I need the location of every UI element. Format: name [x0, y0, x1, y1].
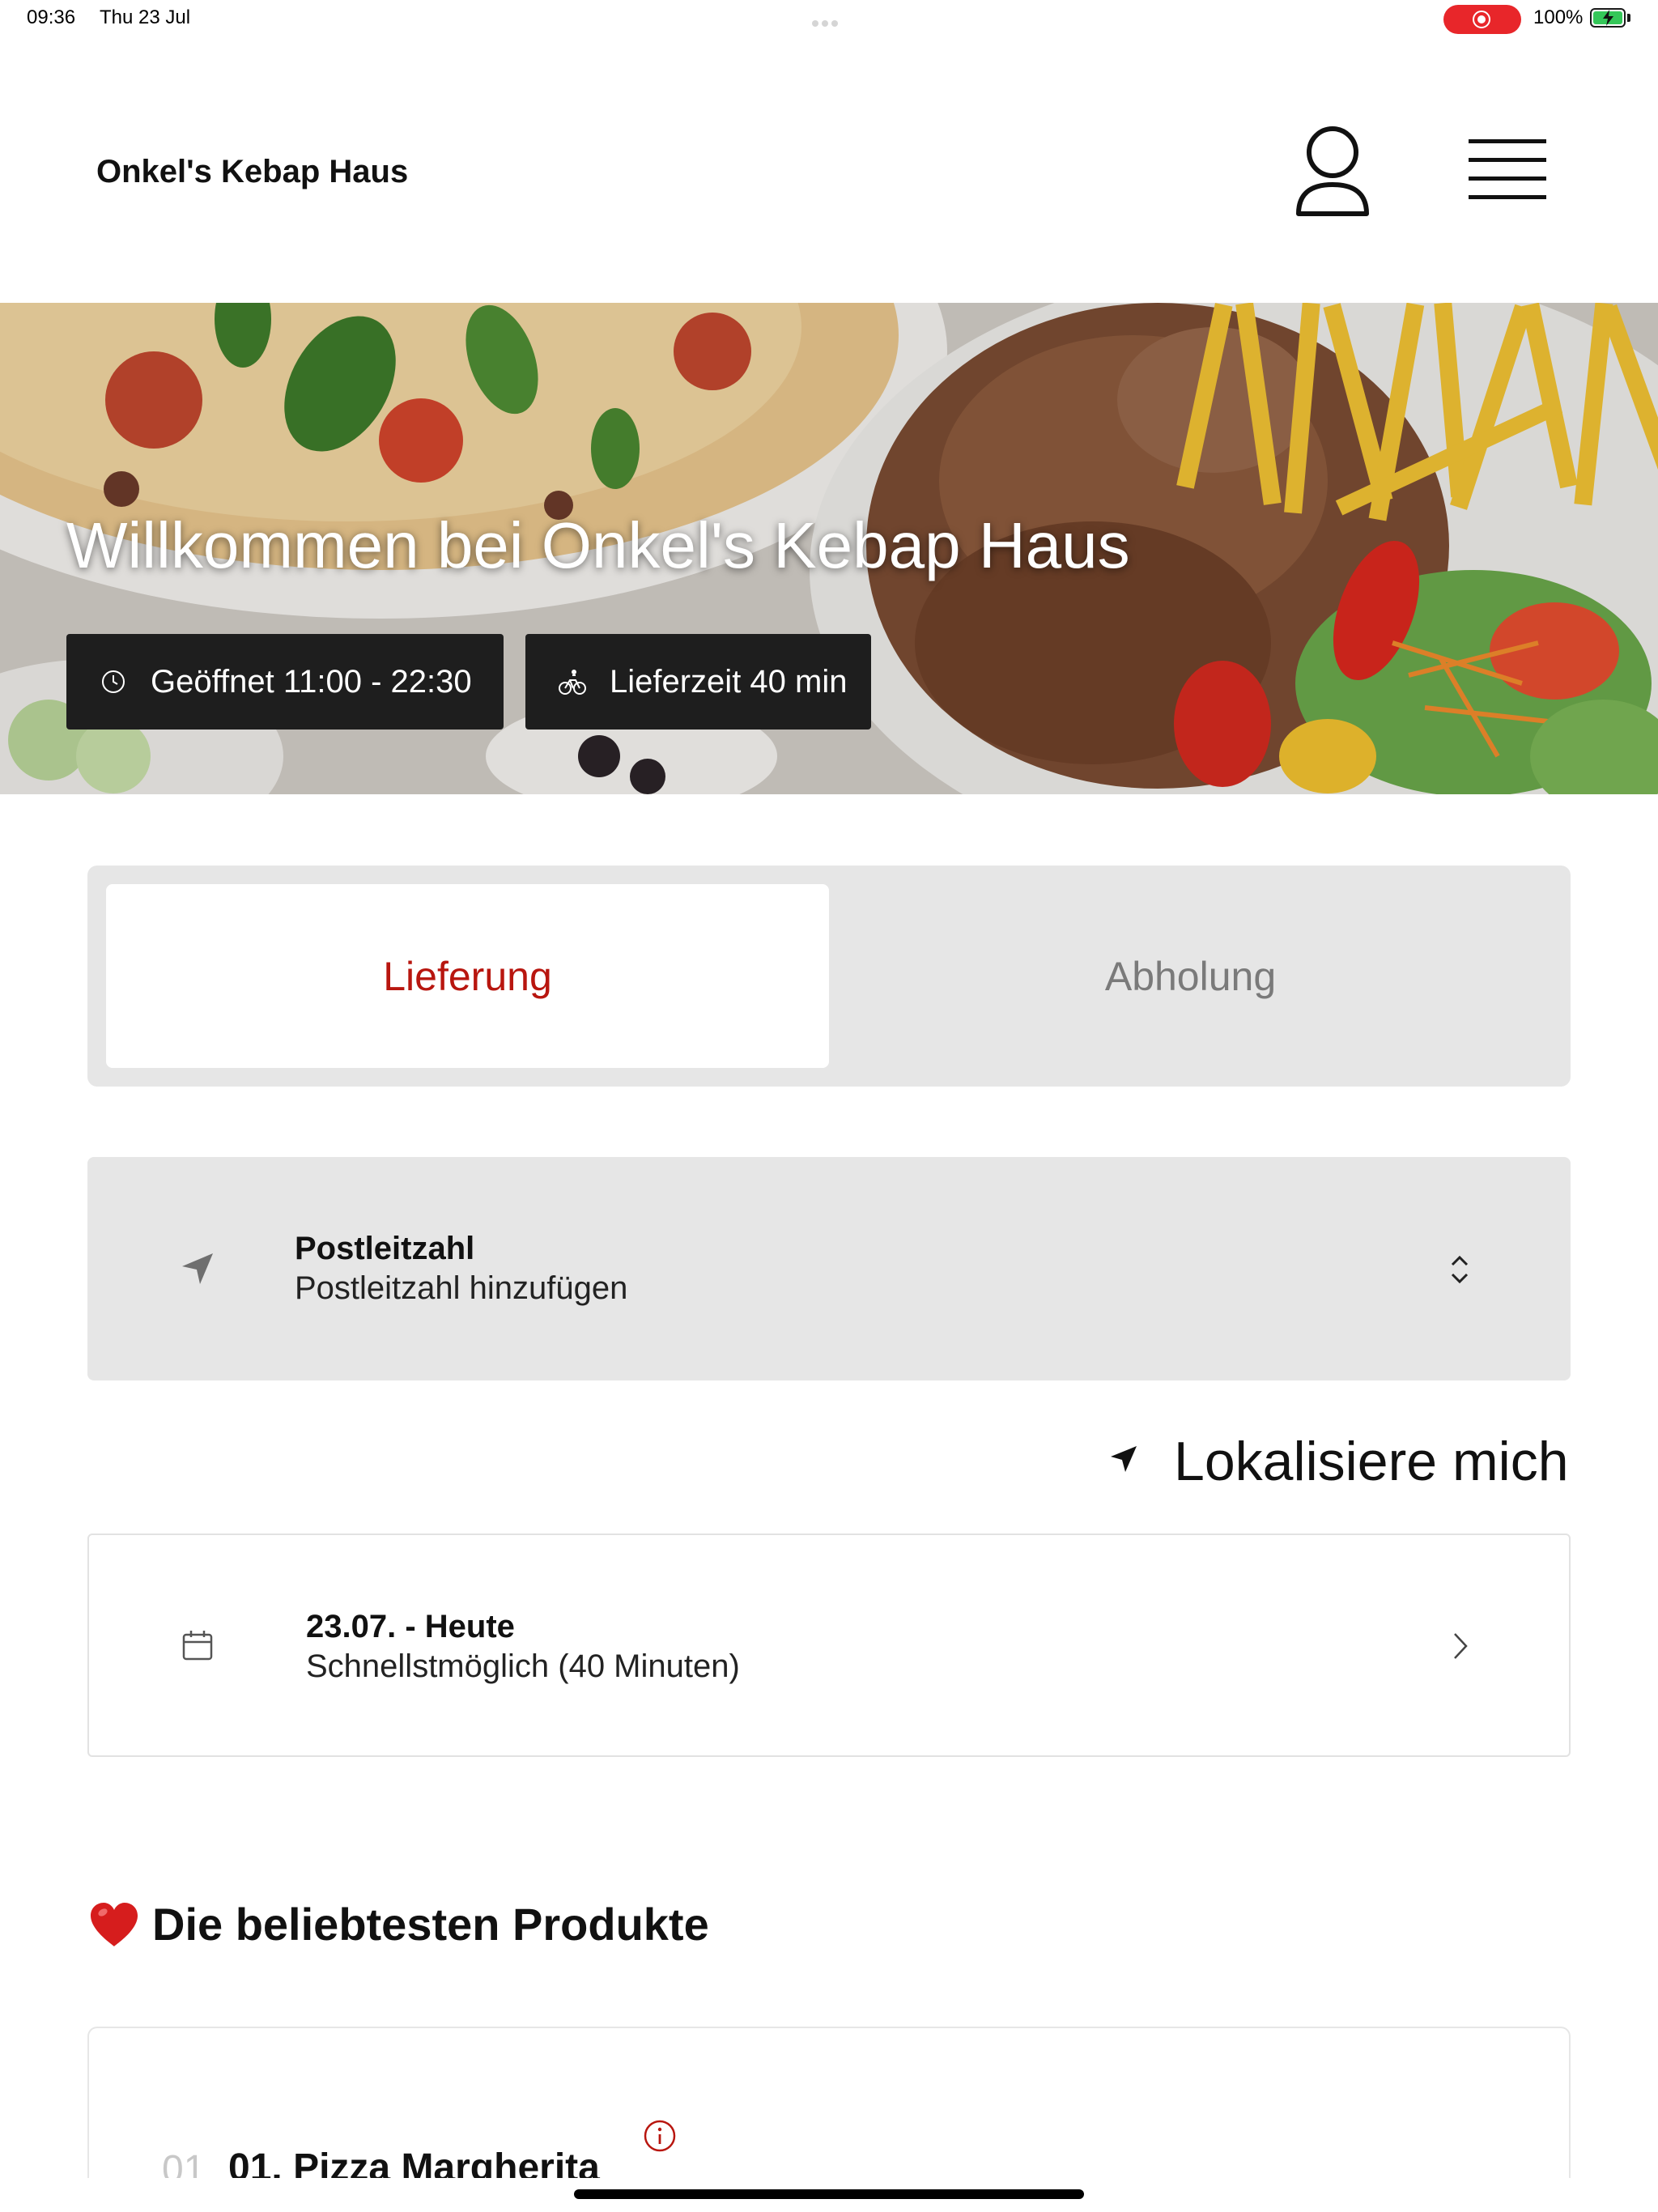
clock-icon: [102, 670, 125, 693]
navigation-arrow-icon: [1111, 1446, 1137, 1472]
battery-icon: [1590, 8, 1626, 28]
heart-icon: [91, 1903, 138, 1946]
delivery-time-option: Schnellstmöglich (40 Minuten): [306, 1648, 740, 1684]
locate-me-button[interactable]: Lokalisiere mich: [1109, 1427, 1572, 1492]
hamburger-menu-icon: [1469, 139, 1546, 199]
locate-me-label: Lokalisiere mich: [1174, 1431, 1569, 1492]
status-bar: 09:36 Thu 23 Jul 100%: [0, 0, 1658, 40]
person-outline-icon: [1296, 126, 1369, 216]
hero-title: Willkommen bei Onkel's Kebap Haus: [66, 509, 1130, 581]
calendar-icon: [182, 1631, 213, 1661]
battery-percent: 100%: [1533, 6, 1584, 28]
hero-banner: Willkommen bei Onkel's Kebap Haus Geöffn…: [0, 303, 1658, 794]
tab-abholung[interactable]: Abholung: [829, 884, 1552, 1068]
postal-code-placeholder[interactable]: Postleitzahl hinzufügen: [295, 1270, 627, 1307]
status-date: Thu 23 Jul: [100, 6, 191, 28]
status-time: 09:36: [27, 6, 76, 28]
popular-products-title: Die beliebtesten Produkte: [152, 1899, 709, 1950]
bicycle-icon: [559, 670, 586, 695]
tab-lieferung[interactable]: Lieferung: [106, 884, 829, 1068]
postal-code-label: Postleitzahl: [295, 1231, 475, 1266]
chevron-right-icon: [1454, 1633, 1468, 1659]
site-title[interactable]: Onkel's Kebap Haus: [96, 154, 408, 190]
menu-button[interactable]: [1464, 134, 1550, 209]
profile-button[interactable]: [1292, 123, 1373, 220]
delivery-date: 23.07. - Heute: [306, 1609, 515, 1644]
screen-recording-icon[interactable]: [1443, 5, 1521, 34]
delivery-time-badge: Lieferzeit 40 min: [525, 634, 871, 730]
home-indicator[interactable]: [574, 2189, 1084, 2199]
chevron-up-down-icon[interactable]: [1446, 1250, 1473, 1289]
info-icon[interactable]: [643, 2119, 677, 2153]
postal-code-field[interactable]: Postleitzahl Postleitzahl hinzufügen: [87, 1157, 1571, 1380]
order-mode-segmented-control: Lieferung Abholung: [87, 866, 1571, 1087]
battery-cap: [1627, 14, 1630, 22]
multitasking-dots-icon[interactable]: [812, 16, 846, 27]
opening-hours-text: Geöffnet 11:00 - 22:30: [151, 663, 472, 700]
opening-hours-badge: Geöffnet 11:00 - 22:30: [66, 634, 504, 730]
location-arrow-icon: [182, 1253, 213, 1284]
delivery-time-text: Lieferzeit 40 min: [610, 663, 848, 700]
delivery-time-selector[interactable]: 23.07. - Heute Schnellstmöglich (40 Minu…: [87, 1534, 1571, 1757]
